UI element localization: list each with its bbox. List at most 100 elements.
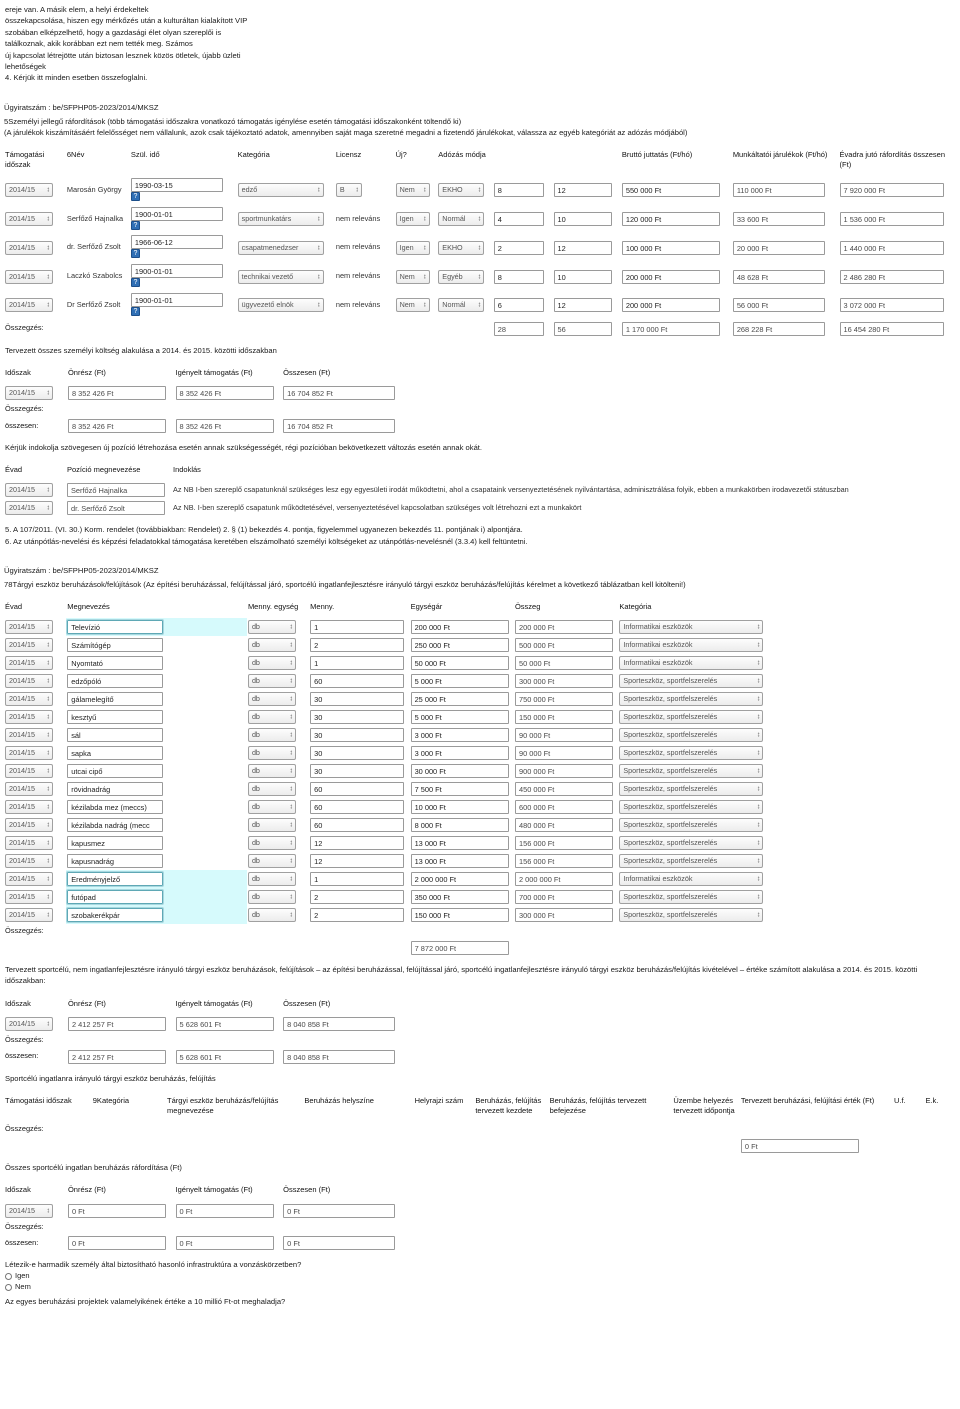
unit-select[interactable]: db bbox=[247, 908, 296, 923]
asset-name-input[interactable]: utcai cipő bbox=[67, 764, 164, 779]
period-select[interactable]: 2014/15 bbox=[5, 183, 53, 198]
position-input[interactable]: dr. Serfőző Zsolt bbox=[67, 501, 165, 516]
qty-input[interactable]: 60 bbox=[310, 818, 405, 833]
qty-input[interactable]: 2 bbox=[310, 638, 405, 653]
season-select[interactable]: 2014/15 bbox=[5, 620, 53, 635]
asset-name-input[interactable]: futópad bbox=[66, 889, 165, 906]
months-input[interactable]: 6 bbox=[493, 298, 544, 313]
asset-name-input[interactable]: kapusmez bbox=[67, 836, 164, 851]
period-select[interactable]: 2014/15 bbox=[5, 1203, 53, 1218]
unit-select[interactable]: db bbox=[247, 836, 296, 851]
asset-category-select[interactable]: Sporteszköz, sportfelszerelés bbox=[619, 728, 764, 743]
birthdate-input[interactable]: 1900-01-01 bbox=[130, 292, 223, 307]
asset-category-select[interactable]: Sporteszköz, sportfelszerelés bbox=[619, 890, 764, 905]
asset-category-select[interactable]: Sporteszköz, sportfelszerelés bbox=[619, 854, 764, 869]
asset-name-input[interactable]: Eredményjelző bbox=[66, 871, 165, 888]
qty-input[interactable]: 60 bbox=[310, 800, 405, 815]
help-icon[interactable] bbox=[130, 191, 140, 202]
category-select[interactable]: sportmunkatárs bbox=[237, 212, 324, 227]
period-select[interactable]: 2014/15 bbox=[5, 240, 53, 255]
unit-price-input[interactable]: 5 000 Ft bbox=[410, 674, 509, 689]
unit-price-input[interactable]: 5 000 Ft bbox=[410, 710, 509, 725]
birthdate-input[interactable]: 1900-01-01 bbox=[130, 206, 223, 221]
season-select[interactable]: 2014/15 bbox=[5, 836, 53, 851]
asset-name-input[interactable]: szobakerékpár bbox=[66, 907, 165, 924]
season-select[interactable]: 2014/15 bbox=[5, 908, 53, 923]
period-select[interactable]: 2014/15 bbox=[5, 1016, 53, 1031]
season-select[interactable]: 2014/15 bbox=[5, 692, 53, 707]
unit-price-input[interactable]: 13 000 Ft bbox=[410, 836, 509, 851]
season-select[interactable]: 2014/15 bbox=[5, 656, 53, 671]
help-icon[interactable] bbox=[130, 306, 140, 317]
unit-price-input[interactable]: 10 000 Ft bbox=[410, 800, 509, 815]
qty-input[interactable]: 30 bbox=[310, 710, 405, 725]
unit-select[interactable]: db bbox=[247, 854, 296, 869]
category-select[interactable]: ügyvezető elnök bbox=[237, 298, 324, 313]
season-select[interactable]: 2014/15 bbox=[5, 501, 53, 516]
qty-input[interactable]: 12 bbox=[310, 854, 405, 869]
help-icon[interactable] bbox=[130, 220, 140, 231]
unit-select[interactable]: db bbox=[247, 620, 296, 635]
unit-price-input[interactable]: 50 000 Ft bbox=[410, 656, 509, 671]
season-select[interactable]: 2014/15 bbox=[5, 854, 53, 869]
qty-input[interactable]: 2 bbox=[310, 890, 405, 905]
unit-price-input[interactable]: 200 000 Ft bbox=[410, 620, 509, 635]
qty-input[interactable]: 30 bbox=[310, 692, 405, 707]
unit-price-input[interactable]: 7 500 Ft bbox=[410, 782, 509, 797]
tax-mode-select[interactable]: EKHO bbox=[438, 240, 485, 255]
asset-category-select[interactable]: Sporteszköz, sportfelszerelés bbox=[619, 692, 764, 707]
unit-select[interactable]: db bbox=[247, 656, 296, 671]
qty-input[interactable]: 60 bbox=[310, 674, 405, 689]
asset-category-select[interactable]: Sporteszköz, sportfelszerelés bbox=[619, 836, 764, 851]
unit-select[interactable]: db bbox=[247, 872, 296, 887]
unit-price-input[interactable]: 150 000 Ft bbox=[410, 908, 509, 923]
position-input[interactable]: Serfőző Hajnalka bbox=[67, 483, 165, 498]
gross-input[interactable]: 200 000 Ft bbox=[621, 269, 720, 284]
unit-select[interactable]: db bbox=[247, 692, 296, 707]
radio-option-nem[interactable]: Nem bbox=[4, 1282, 956, 1293]
gross-input[interactable]: 100 000 Ft bbox=[621, 240, 720, 255]
unit-select[interactable]: db bbox=[247, 800, 296, 815]
unit-price-input[interactable]: 3 000 Ft bbox=[410, 746, 509, 761]
qty-input[interactable]: 30 bbox=[310, 764, 405, 779]
asset-category-select[interactable]: Sporteszköz, sportfelszerelés bbox=[619, 818, 764, 833]
season-select[interactable]: 2014/15 bbox=[5, 782, 53, 797]
birthdate-input[interactable]: 1900-01-01 bbox=[130, 264, 223, 279]
season-select[interactable]: 2014/15 bbox=[5, 638, 53, 653]
unit-price-input[interactable]: 2 000 000 Ft bbox=[410, 872, 509, 887]
asset-name-input[interactable]: Számítógép bbox=[67, 638, 164, 653]
asset-name-input[interactable]: sapka bbox=[67, 746, 164, 761]
category-select[interactable]: edző bbox=[237, 183, 324, 198]
gross-input[interactable]: 200 000 Ft bbox=[621, 298, 720, 313]
tax-mode-select[interactable]: Egyéb bbox=[438, 269, 485, 284]
unit-select[interactable]: db bbox=[247, 818, 296, 833]
asset-name-input[interactable]: rövidnadrág bbox=[67, 782, 164, 797]
season-select[interactable]: 2014/15 bbox=[5, 674, 53, 689]
asset-category-select[interactable]: Sporteszköz, sportfelszerelés bbox=[619, 746, 764, 761]
unit-select[interactable]: db bbox=[247, 764, 296, 779]
season-select[interactable]: 2014/15 bbox=[5, 728, 53, 743]
unit-price-input[interactable]: 25 000 Ft bbox=[410, 692, 509, 707]
asset-category-select[interactable]: Informatikai eszközök bbox=[619, 638, 764, 653]
count-input[interactable]: 10 bbox=[553, 269, 612, 284]
unit-price-input[interactable]: 3 000 Ft bbox=[410, 728, 509, 743]
unit-select[interactable]: db bbox=[247, 782, 296, 797]
new-select[interactable]: Igen bbox=[395, 240, 430, 255]
period-select[interactable]: 2014/15 bbox=[5, 212, 53, 227]
season-select[interactable]: 2014/15 bbox=[5, 800, 53, 815]
season-select[interactable]: 2014/15 bbox=[5, 764, 53, 779]
qty-input[interactable]: 2 bbox=[310, 908, 405, 923]
license-select[interactable]: B bbox=[335, 183, 362, 198]
help-icon[interactable] bbox=[130, 249, 140, 260]
unit-select[interactable]: db bbox=[247, 890, 296, 905]
unit-price-input[interactable]: 350 000 Ft bbox=[410, 890, 509, 905]
unit-price-input[interactable]: 30 000 Ft bbox=[410, 764, 509, 779]
new-select[interactable]: Nem bbox=[395, 298, 430, 313]
qty-input[interactable]: 12 bbox=[310, 836, 405, 851]
count-input[interactable]: 12 bbox=[553, 183, 612, 198]
asset-name-input[interactable]: kézilabda nadrág (mecc bbox=[67, 818, 164, 833]
qty-input[interactable]: 60 bbox=[310, 782, 405, 797]
season-select[interactable]: 2014/15 bbox=[5, 872, 53, 887]
count-input[interactable]: 12 bbox=[553, 240, 612, 255]
asset-name-input[interactable]: Televízió bbox=[66, 619, 165, 636]
